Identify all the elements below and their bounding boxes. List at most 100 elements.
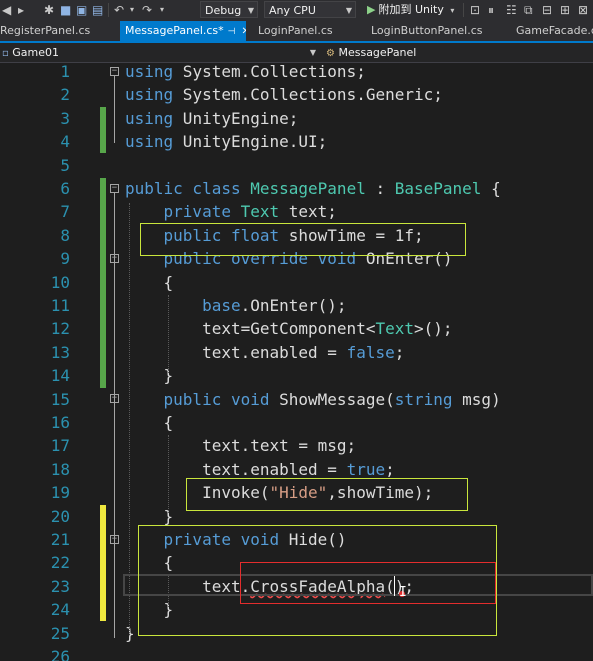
line-number: 15 (50, 389, 70, 409)
code-line[interactable]: public class MessagePanel : BasePanel { (125, 177, 501, 200)
tab-loginbuttonpanel[interactable]: LoginButtonPanel.cs (371, 21, 505, 41)
indent-guide (129, 203, 130, 633)
tab-messagepanel[interactable]: MessagePanel.cs* ⊣ ✕ (120, 21, 246, 41)
code-line[interactable]: text.text = msg; (125, 434, 356, 457)
line-number: 25 (50, 623, 70, 643)
code-text: { (125, 413, 174, 432)
code-text: ; (385, 459, 395, 479)
tab-label: LoginButtonPanel.cs (371, 24, 483, 37)
class-dropdown[interactable]: ⚙ MessagePanel (326, 44, 593, 61)
redo-dropdown-icon[interactable]: ▾ (160, 2, 164, 18)
highlight-box-showtime (140, 223, 466, 256)
code-line[interactable]: { (125, 411, 174, 434)
collapse-icon[interactable]: − (110, 535, 119, 544)
ibeam-cursor-icon: I (399, 585, 407, 600)
saved-change-marker (100, 178, 106, 388)
code-text: System.Collections; (173, 63, 366, 81)
outline-line (114, 76, 115, 143)
code-text: UnityEngine.UI; (173, 132, 328, 152)
line-number: 21 (50, 530, 70, 549)
tab-label: RegisterPanel.cs (0, 24, 91, 37)
line-number: 17 (50, 436, 70, 456)
comment-icon[interactable]: ⊟ (542, 2, 552, 18)
collapse-icon[interactable]: − (110, 67, 119, 76)
code-keyword: public void (163, 389, 270, 409)
start-debug-button[interactable]: ▶ 附加到 Unity ▾ (367, 1, 454, 18)
bookmark-icon[interactable]: ⧉ (524, 2, 533, 18)
more-icon[interactable]: ⊠ (578, 2, 588, 18)
collapse-icon[interactable]: − (110, 394, 119, 403)
save-icon[interactable]: ▣ (76, 2, 87, 18)
code-line[interactable]: text=GetComponent<Text>(); (125, 317, 452, 340)
code-keyword: using (125, 108, 174, 128)
highlight-box-invoke (186, 478, 468, 511)
toolbar: ◀ ▸ ✱ ■ ▣ ▤ ↶ ▾ ↷ ▾ Debug ▼ Any CPU ▼ ▶ 附… (0, 0, 593, 21)
line-number: 9 (60, 249, 70, 269)
code-line[interactable]: text.enabled = false; (125, 341, 404, 364)
line-number: 18 (50, 459, 70, 479)
code-keyword: public class (125, 179, 251, 198)
back-icon[interactable]: ◀ (2, 2, 11, 18)
code-editor[interactable]: 1 2 3 4 5 6 7 8 9 10 11 12 13 14 15 16 17 18 19 20 21 22 23 24 2… (0, 63, 593, 661)
line-number: 14 (50, 366, 70, 386)
code-text: ; (394, 342, 405, 362)
save-all-icon[interactable]: ▤ (92, 2, 103, 18)
code-line[interactable]: } (125, 364, 174, 387)
code-line[interactable]: base.OnEnter(); (125, 294, 347, 317)
line-number: 1 (60, 63, 70, 81)
solution-config-label: Debug (205, 4, 242, 17)
line-number: 6 (60, 179, 70, 198)
code-line[interactable]: using System.Collections.Generic; (125, 83, 443, 106)
open-file-icon[interactable]: ■ (60, 2, 71, 18)
project-label: Game01 (12, 46, 60, 59)
tab-loginpanel[interactable]: LoginPanel.cs (258, 21, 358, 41)
line-number: 22 (50, 553, 70, 573)
code-line[interactable]: using UnityEngine; (125, 107, 298, 130)
collapse-icon[interactable]: − (110, 184, 119, 193)
platform-dropdown[interactable]: Any CPU ▼ (264, 1, 356, 18)
code-line[interactable]: using UnityEngine.UI; (125, 130, 327, 153)
redo-icon[interactable]: ↷ (142, 2, 152, 18)
debug-step-icon[interactable]: ⊡ (470, 2, 480, 18)
collapse-icon[interactable]: − (110, 254, 119, 263)
csharp-project-icon: ▫ (2, 48, 9, 59)
code-text: } (125, 506, 174, 526)
code-text: text; (279, 202, 337, 222)
forward-icon[interactable]: ▸ (18, 2, 24, 18)
tab-gamefacade[interactable]: GameFacade.cs (516, 21, 593, 41)
start-debug-label: 附加到 Unity (378, 3, 444, 16)
code-type: Text (240, 202, 280, 222)
code-text: text.enabled = (125, 459, 347, 479)
document-outline-icon[interactable]: ☷ (506, 2, 517, 18)
break-all-icon[interactable]: ⏸ (488, 2, 494, 18)
solution-config-dropdown[interactable]: Debug ▼ (200, 1, 258, 18)
chevron-down-icon: ▼ (309, 48, 316, 57)
undo-dropdown-icon[interactable]: ▾ (130, 2, 134, 18)
new-project-icon[interactable]: ✱ (44, 2, 54, 18)
code-text: ShowMessage( (269, 389, 395, 409)
code-text: } (125, 366, 174, 386)
pin-icon[interactable]: ⊣ (228, 27, 236, 37)
code-line[interactable]: { (125, 271, 174, 294)
code-line[interactable]: using System.Collections; (125, 63, 366, 83)
uncomment-icon[interactable]: ⊞ (560, 2, 570, 18)
undo-icon[interactable]: ↶ (114, 2, 124, 18)
line-number: 24 (50, 600, 70, 620)
tab-registerpanel[interactable]: RegisterPanel.cs (0, 21, 116, 41)
indent-guide (168, 435, 169, 513)
code-text: text=GetComponent< (125, 319, 376, 339)
navigation-bar: ▫ Game01 ▼ ⚙ MessagePanel (0, 43, 593, 63)
code-text: UnityEngine; (173, 108, 299, 128)
line-number: 2 (60, 85, 70, 105)
code-line[interactable]: public void ShowMessage(string msg) (125, 388, 501, 411)
project-dropdown[interactable]: ▫ Game01 ▼ (2, 44, 320, 61)
unsaved-change-marker (100, 505, 106, 621)
play-icon: ▶ (367, 3, 376, 16)
code-text: : (365, 179, 395, 198)
close-icon[interactable]: ✕ (242, 26, 246, 37)
code-text: { (125, 272, 174, 292)
code-line[interactable]: private Text text; (125, 200, 337, 223)
